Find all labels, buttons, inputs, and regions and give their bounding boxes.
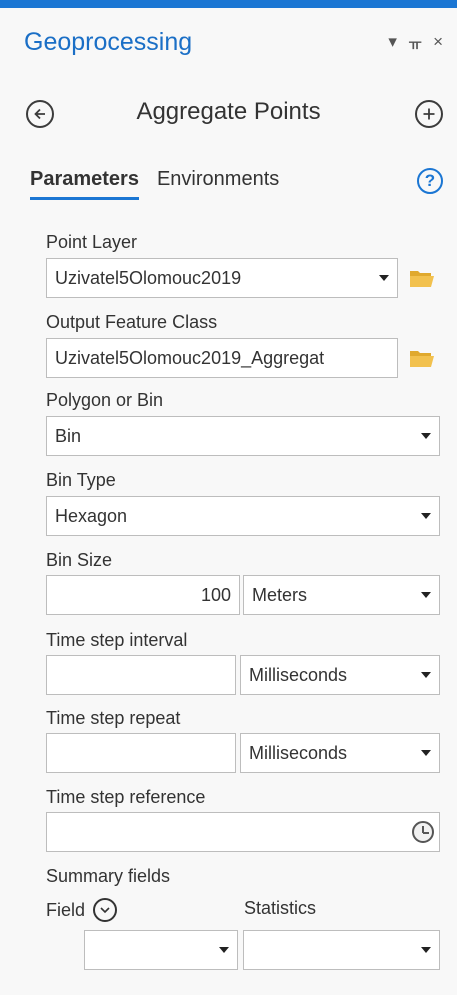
time-step-reference-label: Time step reference: [46, 787, 206, 807]
pane-title: Geoprocessing: [24, 28, 193, 56]
bin-type-dropdown[interactable]: Hexagon: [46, 496, 440, 536]
statistics-column-header: Statistics: [244, 898, 317, 918]
bin-type-value: Hexagon: [55, 505, 128, 526]
point-layer-dropdown[interactable]: Uzivatel5Olomouc2019: [46, 258, 398, 298]
close-icon[interactable]: ×: [433, 32, 443, 52]
bin-type-label: Bin Type: [46, 470, 116, 490]
point-layer-label: Point Layer: [46, 232, 138, 252]
time-step-interval-unit-dropdown[interactable]: Milliseconds: [240, 655, 440, 695]
chevron-down-icon: [421, 513, 431, 519]
pin-icon[interactable]: ᚂ: [409, 32, 421, 52]
output-feature-class-value: Uzivatel5Olomouc2019_Aggregat: [55, 347, 325, 368]
plus-icon: [423, 108, 435, 120]
field-column-header: Field: [46, 900, 86, 920]
chevron-down-icon: [421, 672, 431, 678]
summary-field-dropdown[interactable]: [84, 930, 238, 970]
add-button[interactable]: [415, 100, 443, 128]
bin-size-value: 100: [200, 584, 231, 605]
output-feature-class-label: Output Feature Class: [46, 312, 218, 332]
point-layer-value: Uzivatel5Olomouc2019: [55, 267, 242, 288]
bin-size-unit-value: Meters: [252, 584, 308, 605]
time-step-repeat-label: Time step repeat: [46, 708, 181, 728]
bin-size-unit-dropdown[interactable]: Meters: [243, 575, 440, 615]
time-step-repeat-unit-value: Milliseconds: [249, 742, 348, 763]
tool-title: Aggregate Points: [136, 98, 321, 125]
time-step-interval-unit-value: Milliseconds: [249, 664, 348, 685]
time-step-repeat-input[interactable]: [46, 733, 236, 773]
clock-icon[interactable]: [412, 821, 434, 843]
folder-icon[interactable]: [409, 268, 435, 288]
time-step-interval-label: Time step interval: [46, 630, 188, 650]
tab-environments[interactable]: Environments: [157, 168, 279, 200]
time-step-repeat-unit-dropdown[interactable]: Milliseconds: [240, 733, 440, 773]
tab-bar: Parameters Environments: [30, 168, 279, 200]
pane-menu-icon[interactable]: ▾: [388, 32, 397, 52]
pane-accent-bar: [0, 0, 457, 8]
chevron-down-icon: [219, 947, 229, 953]
bin-size-label: Bin Size: [46, 550, 113, 570]
tool-header: Aggregate Points: [0, 96, 457, 136]
chevron-down-icon: [100, 907, 110, 914]
chevron-down-icon: [421, 433, 431, 439]
polygon-or-bin-label: Polygon or Bin: [46, 390, 164, 410]
geoprocessing-pane: Geoprocessing ▾ ᚂ × Aggregate Points Par…: [0, 0, 457, 995]
chevron-down-icon: [421, 592, 431, 598]
pane-controls: ▾ ᚂ ×: [388, 32, 443, 52]
output-feature-class-input[interactable]: Uzivatel5Olomouc2019_Aggregat: [46, 338, 398, 378]
folder-icon[interactable]: [409, 348, 435, 368]
field-options-button[interactable]: [93, 898, 117, 922]
help-icon[interactable]: ?: [417, 168, 443, 194]
summary-statistics-dropdown[interactable]: [243, 930, 440, 970]
summary-fields-label: Summary fields: [46, 866, 171, 886]
polygon-or-bin-dropdown[interactable]: Bin: [46, 416, 440, 456]
polygon-or-bin-value: Bin: [55, 425, 82, 446]
chevron-down-icon: [421, 750, 431, 756]
chevron-down-icon: [421, 947, 431, 953]
chevron-down-icon: [379, 275, 389, 281]
bin-size-input[interactable]: 100: [46, 575, 240, 615]
time-step-reference-input[interactable]: [46, 812, 440, 852]
tab-parameters[interactable]: Parameters: [30, 168, 139, 200]
time-step-interval-input[interactable]: [46, 655, 236, 695]
